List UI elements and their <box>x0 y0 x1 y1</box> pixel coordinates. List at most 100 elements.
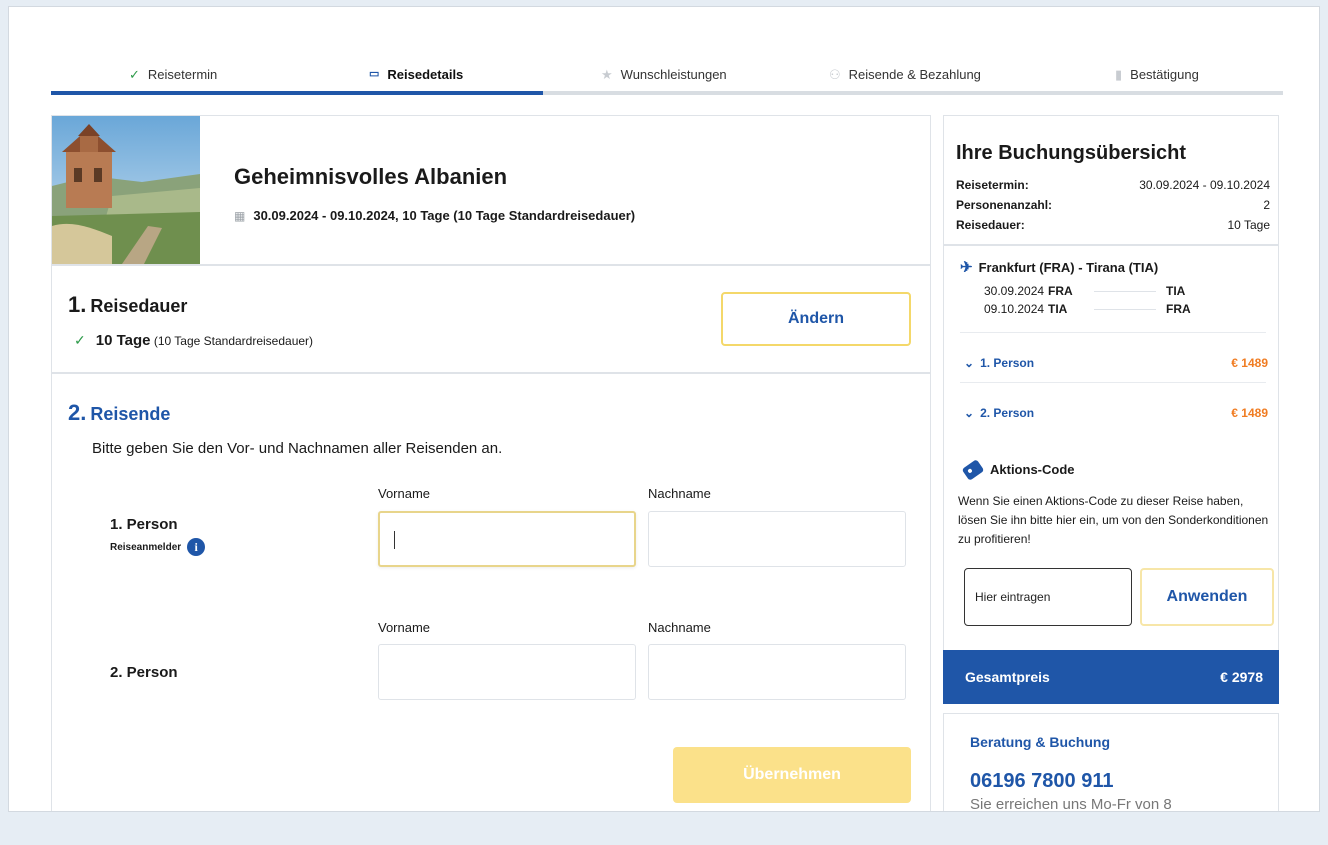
person-2-first-name-input[interactable] <box>378 644 636 700</box>
person-1-last-name-input[interactable] <box>648 511 906 567</box>
flight-from: FRA <box>1048 284 1073 298</box>
role-label: Reiseanmelder <box>110 541 182 553</box>
section-description: Bitte geben Sie den Vor- und Nachnamen a… <box>92 440 503 457</box>
flight-row: 30.09.2024 FRA TIA <box>984 284 1185 298</box>
summary-row: Personenanzahl: 2 <box>956 198 1270 212</box>
section-title: 2. Reisende <box>68 400 170 426</box>
trip-photo <box>52 116 200 264</box>
contact-hours: Sie erreichen uns Mo-Fr von 8 <box>970 796 1172 812</box>
summary-title: Ihre Buchungsübersicht <box>956 142 1187 164</box>
summary-row: Reisedauer: 10 Tage <box>956 218 1270 232</box>
first-name-label: Vorname <box>378 620 431 635</box>
flight-line <box>1094 308 1156 310</box>
step-label: Reisetermin <box>147 66 218 82</box>
contact-box: Beratung & Buchung 06196 7800 911 Sie er… <box>943 713 1279 812</box>
last-name-label: Nachname <box>648 486 711 501</box>
booking-summary: Ihre Buchungsübersicht Reisetermin: 30.0… <box>943 115 1279 704</box>
contact-phone[interactable]: 06196 7800 911 <box>970 770 1114 793</box>
person-toggle[interactable]: ⌄ 1. Person <box>964 356 1034 370</box>
tag-icon <box>961 458 985 481</box>
flight-date: 09.10.2024 <box>984 302 1045 316</box>
total-price-bar: Gesamtpreis € 2978 <box>943 650 1279 704</box>
person-label: 1. Person <box>980 356 1035 370</box>
section-title: 1. Reisedauer <box>68 292 187 318</box>
section-reisende: 2. Reisende Bitte geben Sie den Vor- und… <box>52 374 930 811</box>
divider <box>960 332 1266 333</box>
trip-title: Geheimnisvolles Albanien <box>234 164 508 189</box>
person-2-label: 2. Person <box>110 664 178 681</box>
flight-route: Frankfurt (FRA) - Tirana (TIA) <box>978 259 1159 275</box>
person-toggle[interactable]: ⌄ 2. Person <box>964 406 1034 420</box>
section-reisedauer: 1. Reisedauer ✓ 10 Tage (10 Tage Standar… <box>52 266 930 374</box>
first-name-label: Vorname <box>378 486 431 501</box>
airplane-icon: ✈ <box>960 259 973 276</box>
chevron-down-icon: ⌄ <box>964 406 975 420</box>
main-panel: Geheimnisvolles Albanien ▦ 30.09.2024 - … <box>51 115 931 811</box>
person-price: € 1489 <box>1231 406 1268 420</box>
duration-summary: ✓ 10 Tage (10 Tage Standardreisedauer) <box>74 332 313 349</box>
promo-header: Aktions-Code <box>961 458 1075 481</box>
contact-title: Beratung & Buchung <box>970 734 1110 750</box>
summary-value: 30.09.2024 - 09.10.2024 <box>1139 178 1270 192</box>
summary-key: Reisetermin: <box>956 178 1029 192</box>
summary-value: 2 <box>1263 198 1270 212</box>
promo-description: Wenn Sie einen Aktions-Code zu dieser Re… <box>958 494 1269 546</box>
person-1-label: 1. Person <box>110 516 178 533</box>
summary-value: 10 Tage <box>1227 218 1271 232</box>
flight-to: FRA <box>1166 302 1191 316</box>
check-icon: ✓ <box>74 332 86 348</box>
step-reisedetails[interactable]: ▭ Reisedetails <box>369 65 463 83</box>
booking-page: ✓ Reisetermin ▭ Reisedetails ★ Wunschlei… <box>8 6 1320 812</box>
step-label: Reisedetails <box>387 66 464 82</box>
last-name-label: Nachname <box>648 620 711 635</box>
step-label: Wunschleistungen <box>620 66 727 82</box>
flight-row: 09.10.2024 TIA FRA <box>984 302 1191 316</box>
person-label: 2. Person <box>980 406 1035 420</box>
flight-line <box>1094 290 1156 292</box>
apply-promo-button[interactable]: Anwenden <box>1140 568 1274 626</box>
section-name: Reisedauer <box>90 296 188 316</box>
person-1-role: Reiseanmelder i <box>110 538 206 556</box>
section-name: Reisende <box>90 404 171 424</box>
promo-code-input[interactable] <box>964 568 1132 626</box>
progress-fill <box>51 91 543 95</box>
summary-row: Reisetermin: 30.09.2024 - 09.10.2024 <box>956 178 1270 192</box>
duration-note: (10 Tage Standardreisedauer) <box>153 334 314 348</box>
bed-icon: ▭ <box>369 67 380 80</box>
summary-key: Personenanzahl: <box>956 198 1053 212</box>
people-icon: ⚇ <box>829 66 841 82</box>
step-wunschleistungen[interactable]: ★ Wunschleistungen <box>601 65 727 83</box>
progress-stepper: ✓ Reisetermin ▭ Reisedetails ★ Wunschlei… <box>51 7 1283 97</box>
step-label: Bestätigung <box>1130 66 1199 82</box>
person-1-price-row[interactable]: ⌄ 1. Person € 1489 <box>964 356 1268 370</box>
change-duration-button[interactable]: Ändern <box>721 292 911 346</box>
step-bestaetigung[interactable]: ▮ Bestätigung <box>1115 65 1199 83</box>
trip-header: Geheimnisvolles Albanien ▦ 30.09.2024 - … <box>52 116 930 266</box>
info-icon[interactable]: i <box>187 538 206 556</box>
step-reisetermin[interactable]: ✓ Reisetermin <box>129 65 217 83</box>
calendar-icon: ▦ <box>234 208 246 223</box>
duration-text: 10 Tage (10 Tage Standardreisedauer) <box>96 332 313 349</box>
check-icon: ✓ <box>129 66 140 82</box>
section-number: 2. <box>68 400 87 425</box>
text-cursor <box>394 531 395 549</box>
person-1-first-name-input[interactable] <box>378 511 636 567</box>
flight-header: ✈ Frankfurt (FRA) - Tirana (TIA) <box>960 258 1158 276</box>
chevron-down-icon: ⌄ <box>964 356 975 370</box>
trip-dates: ▦ 30.09.2024 - 09.10.2024, 10 Tage (10 T… <box>234 208 635 223</box>
total-value: € 2978 <box>1220 669 1263 685</box>
flight-to: TIA <box>1166 284 1186 298</box>
duration-value: 10 Tage <box>95 332 151 349</box>
step-label: Reisende & Bezahlung <box>848 66 981 82</box>
person-price: € 1489 <box>1231 356 1268 370</box>
flight-date: 30.09.2024 <box>984 284 1045 298</box>
promo-title: Aktions-Code <box>990 462 1075 477</box>
submit-travelers-button[interactable]: Übernehmen <box>673 747 911 803</box>
summary-key: Reisedauer: <box>956 218 1025 232</box>
person-2-price-row[interactable]: ⌄ 2. Person € 1489 <box>964 406 1268 420</box>
divider <box>944 244 1278 246</box>
total-label: Gesamtpreis <box>965 669 1050 685</box>
step-reisende-bezahlung[interactable]: ⚇ Reisende & Bezahlung <box>829 65 981 83</box>
person-2-last-name-input[interactable] <box>648 644 906 700</box>
star-icon: ★ <box>601 66 613 82</box>
